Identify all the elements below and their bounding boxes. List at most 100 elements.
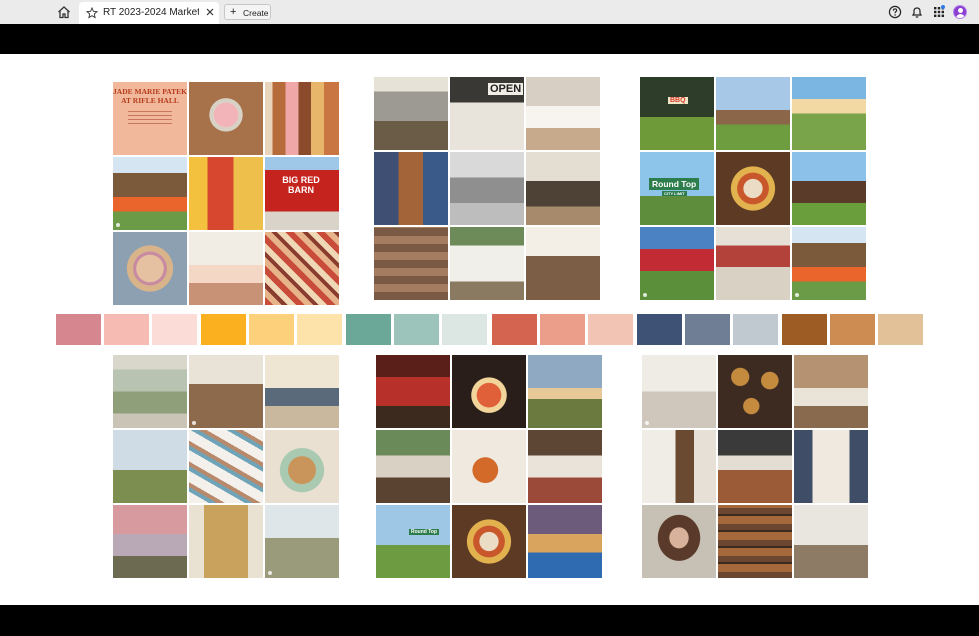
swatch-15[interactable] — [733, 314, 778, 345]
photo-white-bedroom[interactable] — [526, 77, 600, 150]
photo-cowboy-art[interactable] — [374, 152, 448, 225]
home-icon[interactable] — [56, 4, 72, 20]
photo-dining-room[interactable] — [794, 355, 868, 428]
swatch-16[interactable] — [782, 314, 827, 345]
create-button[interactable]: + Create — [224, 4, 271, 20]
bell-icon[interactable] — [910, 5, 924, 19]
swatch-10[interactable] — [492, 314, 537, 345]
photo-pie[interactable] — [113, 232, 187, 305]
photo-pizzas[interactable] — [452, 355, 526, 428]
photo-bedroom[interactable] — [189, 232, 263, 305]
photo-round-top-sign[interactable]: Round Top CITY LIMIT — [640, 152, 714, 225]
help-icon[interactable] — [888, 5, 902, 19]
photo-polaroids[interactable] — [189, 430, 263, 503]
photo-pastry-plate[interactable] — [265, 430, 339, 503]
photo-grid-1: JADE MARIE PATEK AT RIFLE HALL BIG RED B… — [113, 82, 339, 307]
star-icon[interactable] — [85, 6, 99, 19]
photo-white-cottage[interactable] — [450, 227, 524, 300]
swatch-6[interactable] — [297, 314, 342, 345]
app-toolbar: RT 2023-2024 Marketi... + Create — [0, 0, 979, 25]
swatch-14[interactable] — [685, 314, 730, 345]
big-red-barn-sign: BIG RED BARN — [282, 175, 320, 195]
create-label: Create — [243, 8, 269, 18]
bbq-sign: BBQ — [668, 97, 688, 104]
photo-textile-market[interactable] — [265, 232, 339, 305]
open-sign: OPEN — [488, 83, 524, 95]
tab-title: RT 2023-2024 Marketi... — [103, 7, 199, 18]
photo-orange-cocktail[interactable] — [452, 430, 526, 503]
photo-grid-5: Round Top — [376, 355, 602, 580]
photo-gilded-mirror[interactable] — [189, 505, 263, 578]
photo-horse-brasses[interactable] — [718, 355, 792, 428]
photo-couple-porch[interactable] — [265, 355, 339, 428]
photo-sunset-tent[interactable] — [113, 505, 187, 578]
photo-landscape-painting[interactable] — [113, 355, 187, 428]
photo-red-bar[interactable] — [376, 355, 450, 428]
photo-grid-4 — [113, 355, 339, 580]
round-top-sign-2: Round Top — [409, 529, 440, 535]
photo-drink[interactable] — [189, 82, 263, 155]
photo-bbq-joint[interactable]: BBQ — [640, 77, 714, 150]
bottom-black-band — [0, 605, 979, 636]
swatch-2[interactable] — [104, 314, 149, 345]
photo-horse-wall-art[interactable] — [642, 355, 716, 428]
photo-storefront[interactable] — [374, 77, 448, 150]
swatch-7[interactable] — [346, 314, 391, 345]
photo-pasture-sunset[interactable] — [528, 355, 602, 428]
top-black-band — [0, 24, 979, 54]
photo-lodge-bedroom[interactable] — [528, 430, 602, 503]
photo-outdoor-dining[interactable] — [376, 430, 450, 503]
photo-grid-2: OPEN — [374, 77, 600, 302]
photo-staircase[interactable] — [642, 430, 716, 503]
round-top-sign: Round Top — [649, 178, 700, 190]
photo-chandelier-antiques[interactable] — [526, 227, 600, 300]
photo-round-top-sign-2[interactable]: Round Top — [376, 505, 450, 578]
swatch-4[interactable] — [201, 314, 246, 345]
photo-horse-sculptures[interactable] — [792, 152, 866, 225]
photo-colorful-lounge[interactable] — [528, 505, 602, 578]
avatar[interactable] — [953, 5, 967, 19]
round-top-city-limit: CITY LIMIT — [662, 191, 687, 196]
document-tab[interactable]: RT 2023-2024 Marketi... — [79, 2, 219, 24]
poster-title: JADE MARIE PATEK AT RIFLE HALL — [113, 87, 187, 105]
photo-canopy-bed[interactable] — [794, 430, 868, 503]
swatch-12[interactable] — [588, 314, 633, 345]
photo-antique-vessels[interactable] — [526, 152, 600, 225]
photo-apothecary-drawers[interactable] — [374, 227, 448, 300]
swatch-13[interactable] — [637, 314, 682, 345]
swatch-9[interactable] — [442, 314, 487, 345]
swatch-11[interactable] — [540, 314, 585, 345]
photo-stars-sculpture[interactable] — [640, 227, 714, 300]
photo-big-red-barn[interactable]: BIG RED BARN — [265, 157, 339, 230]
swatch-17[interactable] — [830, 314, 875, 345]
photo-boot-shelves[interactable] — [718, 505, 792, 578]
event-poster[interactable]: JADE MARIE PATEK AT RIFLE HALL — [113, 82, 187, 155]
photo-rustic-room[interactable] — [794, 505, 868, 578]
photo-orange-chairs[interactable] — [113, 157, 187, 230]
photo-rustic-table[interactable] — [189, 355, 263, 428]
photo-leather-sofa[interactable] — [718, 430, 792, 503]
swatch-8[interactable] — [394, 314, 439, 345]
swatch-1[interactable] — [56, 314, 101, 345]
photo-horses-fence[interactable] — [716, 77, 790, 150]
swatch-5[interactable] — [249, 314, 294, 345]
close-icon[interactable] — [205, 7, 215, 17]
photo-taco-platter[interactable] — [716, 152, 790, 225]
photo-grid-3: BBQ Round Top CITY LIMIT — [640, 77, 866, 302]
plus-icon: + — [230, 6, 237, 18]
photo-woman-red-dress[interactable] — [189, 157, 263, 230]
photo-gazebo-lawn[interactable] — [265, 505, 339, 578]
photo-portrait-painting[interactable] — [642, 505, 716, 578]
photo-flag-art[interactable] — [716, 227, 790, 300]
photo-grid-6 — [642, 355, 868, 580]
photo-sunset-chapel[interactable] — [792, 77, 866, 150]
notification-dot — [941, 5, 945, 9]
photo-open-sign[interactable]: OPEN — [450, 77, 524, 150]
photo-orange-chairs-2[interactable] — [792, 227, 866, 300]
photo-pastel-field[interactable] — [113, 430, 187, 503]
photo-taco-platter-2[interactable] — [452, 505, 526, 578]
swatch-3[interactable] — [152, 314, 197, 345]
photo-historic-building-bw[interactable] — [450, 152, 524, 225]
swatch-18[interactable] — [878, 314, 923, 345]
photo-cowboy-boots[interactable] — [265, 82, 339, 155]
